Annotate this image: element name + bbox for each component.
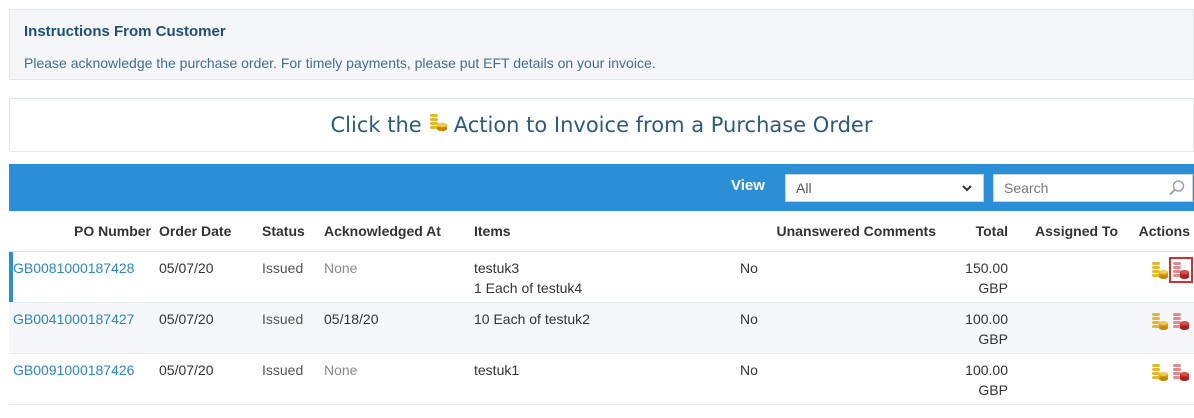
total-cell: 100.00 GBP: [940, 302, 1012, 354]
items-cell: 10 Each of testuk2: [470, 302, 736, 354]
table-row[interactable]: GB0081000187428 05/07/20 Issued None tes…: [9, 251, 1194, 303]
coins-gold-icon[interactable]: [1151, 362, 1169, 382]
po-number-link[interactable]: GB0081000187428: [13, 260, 134, 276]
total-currency: GBP: [978, 280, 1008, 296]
po-number-cell: GB0091000187426: [9, 353, 155, 405]
coins-gold-icon: [429, 113, 447, 138]
status-cell: Issued: [258, 251, 320, 303]
unanswered-comments-cell: No: [736, 302, 940, 354]
coins-red-icon[interactable]: [1169, 257, 1193, 283]
acknowledged-at-cell: None: [320, 353, 470, 405]
assigned-to-cell: [1012, 353, 1122, 405]
invoice-hint-suffix: Action to Invoice from a Purchase Order: [453, 113, 873, 137]
search-box[interactable]: [993, 174, 1193, 202]
table-header-row: PO Number Order Date Status Acknowledged…: [9, 211, 1194, 252]
actions-cell: [1122, 302, 1194, 354]
column-header-acknowledged-at[interactable]: Acknowledged At: [320, 211, 470, 252]
table-row[interactable]: GB0091000187426 05/07/20 Issued None tes…: [9, 353, 1194, 405]
order-date-cell: 05/07/20: [155, 353, 258, 405]
actions-cell: [1122, 353, 1194, 405]
items-cell: testuk1: [470, 353, 736, 405]
invoice-hint-banner: Click the Action to Invoice from a Purch…: [9, 98, 1194, 152]
item-line: 10 Each of testuk2: [474, 311, 590, 327]
po-number-link[interactable]: GB0091000187426: [13, 362, 134, 378]
total-cell: 150.00 GBP: [940, 251, 1012, 303]
item-line: testuk1: [474, 362, 520, 378]
po-number-cell: GB0081000187428: [9, 251, 155, 303]
status-cell: Issued: [258, 353, 320, 405]
column-header-actions: Actions: [1122, 211, 1194, 252]
acknowledged-at-cell: None: [320, 251, 470, 303]
total-currency: GBP: [978, 382, 1008, 398]
column-header-status[interactable]: Status: [258, 211, 320, 252]
table-row[interactable]: GB0041000187427 05/07/20 Issued 05/18/20…: [9, 302, 1194, 354]
instructions-title: Instructions From Customer: [24, 23, 226, 40]
actions-cell: [1122, 251, 1194, 303]
order-date-cell: 05/07/20: [155, 251, 258, 303]
order-date-cell: 05/07/20: [155, 302, 258, 354]
search-input[interactable]: [1004, 176, 1164, 200]
po-toolbar: View All: [9, 164, 1194, 211]
status-cell: Issued: [258, 302, 320, 354]
coins-red-icon[interactable]: [1172, 311, 1190, 331]
column-header-total[interactable]: Total: [940, 211, 1012, 252]
unanswered-comments-cell: No: [736, 353, 940, 405]
column-header-items[interactable]: Items: [470, 211, 736, 252]
item-line: 1 Each of testuk4: [474, 280, 583, 296]
acknowledged-at-cell: 05/18/20: [320, 302, 470, 354]
assigned-to-cell: [1012, 251, 1122, 303]
chevron-down-icon: [961, 175, 973, 210]
total-amount: 100.00: [965, 311, 1008, 327]
view-label: View: [731, 177, 765, 194]
column-header-order-date[interactable]: Order Date: [155, 211, 258, 252]
view-select[interactable]: All: [785, 174, 984, 202]
item-line: testuk3: [474, 260, 520, 276]
coins-red-icon[interactable]: [1172, 362, 1190, 382]
po-number-cell: GB0041000187427: [9, 302, 155, 354]
unanswered-comments-cell: No: [736, 251, 940, 303]
total-amount: 150.00: [965, 260, 1008, 276]
total-cell: 100.00 GBP: [940, 353, 1012, 405]
total-currency: GBP: [978, 331, 1008, 347]
coins-gold-icon[interactable]: [1151, 260, 1169, 280]
items-cell: testuk3 1 Each of testuk4: [470, 251, 736, 303]
total-amount: 100.00: [965, 362, 1008, 378]
column-header-unanswered-comments[interactable]: Unanswered Comments: [736, 211, 940, 252]
po-number-link[interactable]: GB0041000187427: [13, 311, 134, 327]
view-select-value: All: [796, 180, 812, 196]
column-header-po-number[interactable]: PO Number: [9, 211, 155, 252]
column-header-assigned-to[interactable]: Assigned To: [1012, 211, 1122, 252]
instructions-panel: Instructions From Customer Please acknow…: [9, 9, 1194, 80]
search-icon[interactable]: [1168, 179, 1186, 202]
assigned-to-cell: [1012, 302, 1122, 354]
purchase-order-table: PO Number Order Date Status Acknowledged…: [9, 211, 1194, 405]
invoice-hint-prefix: Click the: [330, 113, 422, 137]
instructions-body: Please acknowledge the purchase order. F…: [24, 55, 656, 71]
coins-gold-icon[interactable]: [1151, 311, 1169, 331]
